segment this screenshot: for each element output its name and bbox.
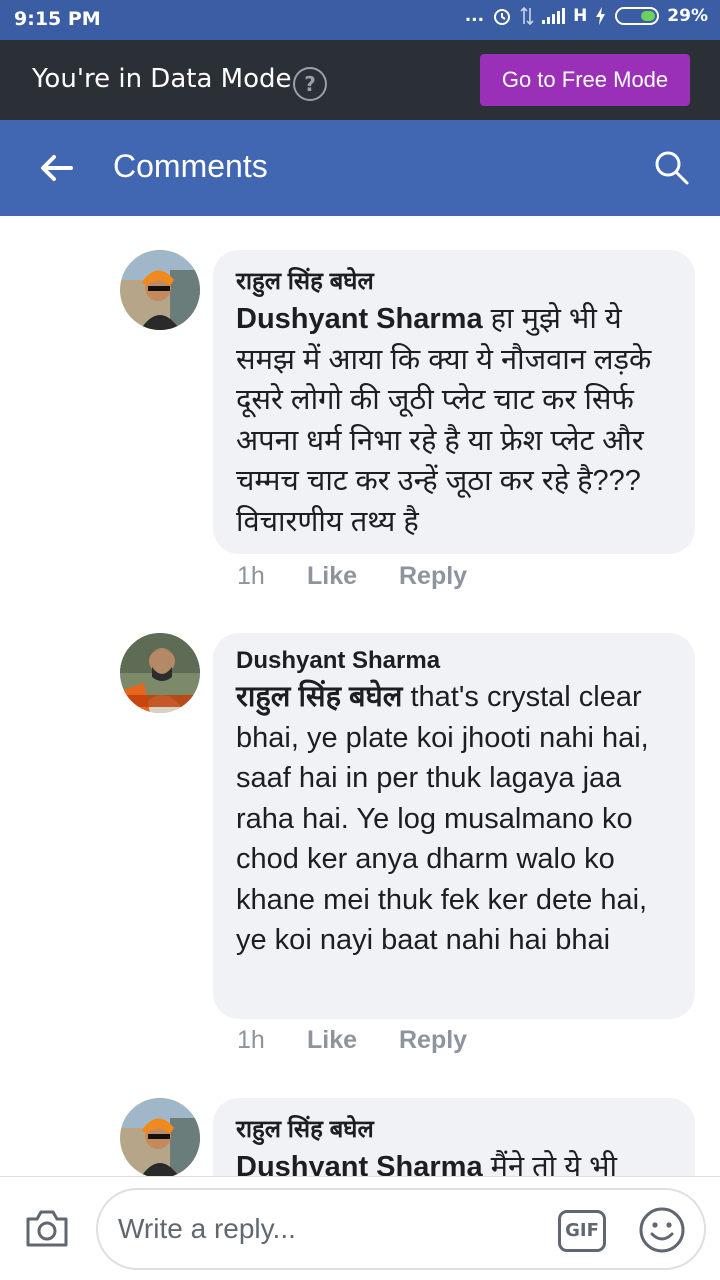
- comment-author[interactable]: राहुल सिंह बघेल: [236, 1112, 673, 1145]
- comment-author[interactable]: Dushyant Sharma: [236, 647, 673, 675]
- comment-time: 1h: [237, 1026, 265, 1054]
- comment-bubble[interactable]: Dushyant Sharma राहुल सिंह बघेल that's c…: [213, 633, 695, 1019]
- data-mode-text: You're in Data Mode: [32, 64, 292, 94]
- comment-text: राहुल सिंह बघेल that's crystal clear bha…: [236, 677, 673, 961]
- comments-header: Comments: [0, 120, 720, 216]
- avatar[interactable]: [120, 633, 200, 713]
- comment-text: Dushyant Sharma हा मुझे भी ये समझ में आय…: [236, 299, 673, 542]
- charging-icon: [596, 7, 606, 25]
- comment-body: हा मुझे भी ये समझ में आया कि क्या ये नौज…: [236, 303, 652, 538]
- comment-body: that's crystal clear bhai, ye plate koi …: [236, 681, 649, 956]
- like-button[interactable]: Like: [307, 562, 399, 591]
- comment-author[interactable]: राहुल सिंह बघेल: [236, 264, 673, 297]
- reply-button[interactable]: Reply: [399, 562, 467, 591]
- go-to-free-mode-button[interactable]: Go to Free Mode: [480, 54, 690, 106]
- avatar[interactable]: [120, 250, 200, 330]
- comment-bubble[interactable]: राहुल सिंह बघेल Dushyant Sharma हा मुझे …: [213, 250, 695, 554]
- signal-icon: [542, 8, 566, 24]
- comment-mention[interactable]: राहुल सिंह बघेल: [236, 681, 402, 713]
- battery-percent: 29%: [667, 6, 708, 26]
- status-bar: 9:15 PM ... H 29%: [0, 0, 720, 40]
- page-title: Comments: [113, 148, 268, 184]
- camera-icon[interactable]: [24, 1207, 70, 1249]
- avatar[interactable]: [120, 1098, 200, 1178]
- emoji-icon[interactable]: [638, 1206, 686, 1254]
- battery-icon: [615, 7, 660, 25]
- status-time: 9:15 PM: [14, 8, 101, 30]
- reply-composer: Write a reply... GIF: [0, 1176, 720, 1280]
- comment-actions: 1h Like Reply: [237, 562, 467, 591]
- gif-icon[interactable]: GIF: [558, 1210, 606, 1252]
- reply-input[interactable]: Write a reply... GIF: [96, 1188, 706, 1270]
- reply-button[interactable]: Reply: [399, 1026, 467, 1055]
- network-type: H: [573, 6, 588, 26]
- data-transfer-icon: [520, 6, 534, 26]
- comment-mention[interactable]: Dushyant Sharma: [236, 303, 483, 335]
- status-icons: ... H 29%: [465, 6, 708, 26]
- like-button[interactable]: Like: [307, 1026, 399, 1055]
- back-arrow-icon[interactable]: [38, 150, 74, 186]
- comment-actions: 1h Like Reply: [237, 1026, 467, 1055]
- help-icon[interactable]: ?: [293, 67, 327, 101]
- comment-time: 1h: [237, 562, 265, 590]
- reply-placeholder[interactable]: Write a reply...: [118, 1213, 296, 1245]
- data-mode-bar: You're in Data Mode Go to Free Mode: [0, 40, 720, 120]
- more-dots-icon: ...: [464, 6, 485, 26]
- search-icon[interactable]: [654, 150, 690, 186]
- alarm-icon: [494, 9, 511, 25]
